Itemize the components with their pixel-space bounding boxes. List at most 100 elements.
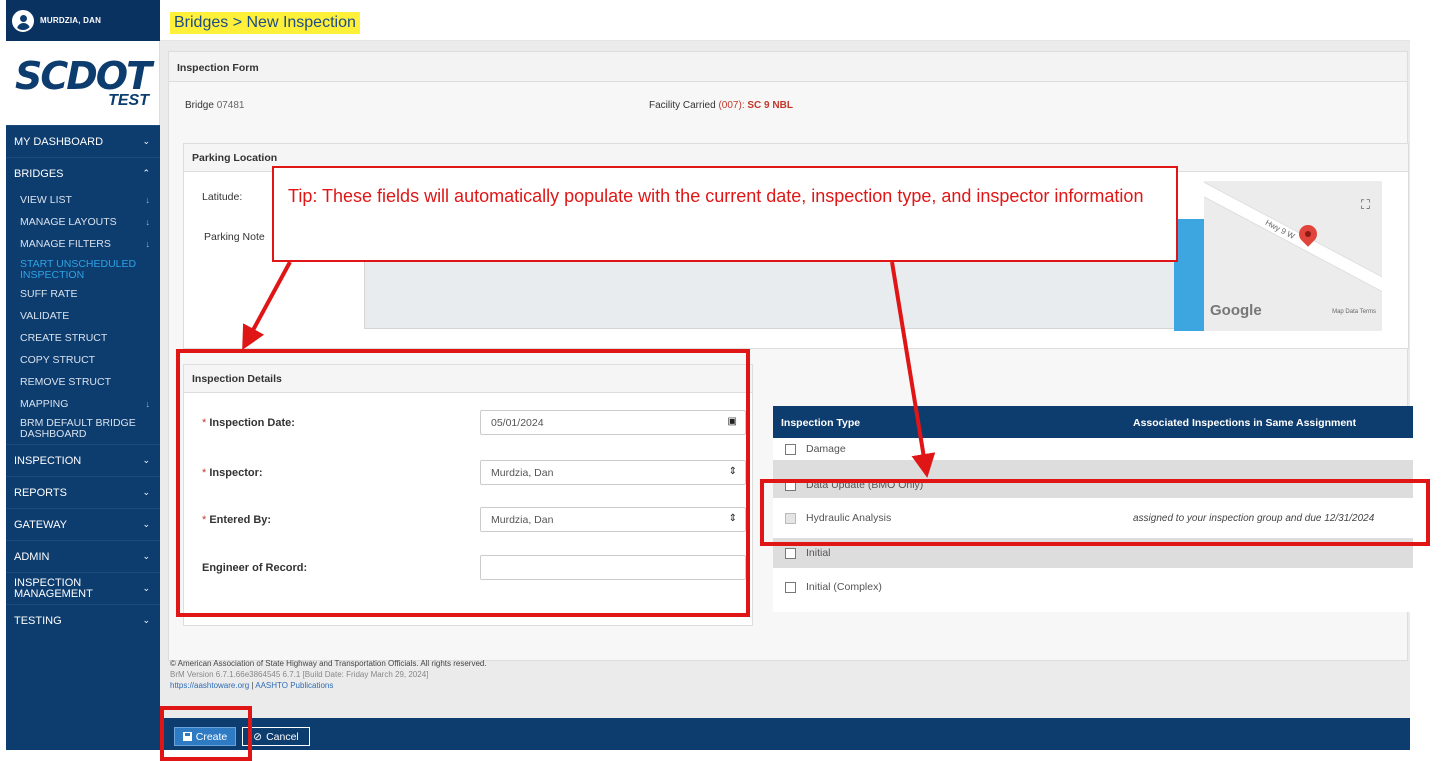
version-text: BrM Version 6.7.1.66e3864545 6.7.1 [Buil… xyxy=(170,670,429,679)
top-bar: Bridges > New Inspection xyxy=(160,0,1410,41)
facility-code: (007): xyxy=(718,100,745,111)
logo-sub: TEST xyxy=(108,92,149,109)
form-title: Inspection Form xyxy=(169,52,1407,82)
double-chevron-down-icon: ↓ xyxy=(145,195,151,205)
nav-view-list[interactable]: VIEW LIST ↓ xyxy=(6,189,160,211)
nav-reports[interactable]: REPORTS ⌄ xyxy=(6,476,160,508)
bridge-label: Bridge 07481 xyxy=(185,100,245,111)
bridge-label-text: Bridge xyxy=(185,100,214,111)
chevron-down-icon: ⌄ xyxy=(142,519,150,529)
nav-label: REPORTS xyxy=(14,486,67,499)
nav-label: INSPECTION MANAGEMENT xyxy=(14,576,93,600)
user-avatar-icon xyxy=(12,9,34,32)
checkbox[interactable] xyxy=(785,581,796,593)
nav-sub-label: COPY STRUCT xyxy=(20,354,96,366)
link-separator: | xyxy=(251,681,254,690)
bridge-info-row: Bridge 07481 Facility Carried (007): SC … xyxy=(169,82,1407,136)
nav-sub-label: MANAGE FILTERS xyxy=(20,238,111,250)
table-row[interactable]: Initial (Complex) xyxy=(773,568,1413,606)
chevron-down-icon: ⌄ xyxy=(142,487,150,497)
facility-road: SC 9 NBL xyxy=(747,100,793,111)
nav-inspection-management[interactable]: INSPECTION MANAGEMENT ⌄ xyxy=(6,572,160,604)
nav-label: TESTING xyxy=(14,614,62,627)
user-bar[interactable]: MURDZIA, DAN xyxy=(6,0,160,41)
map-terms[interactable]: Map Data Terms xyxy=(1332,309,1376,315)
nav-sub-label: CREATE STRUCT xyxy=(20,332,108,344)
nav-label: GATEWAY xyxy=(14,518,67,531)
nav-sub-label: MAPPING xyxy=(20,398,69,410)
nav-validate[interactable]: VALIDATE xyxy=(6,305,160,327)
nav-sub-label: VALIDATE xyxy=(20,310,70,322)
fullscreen-icon[interactable]: ⛶ xyxy=(1361,197,1370,213)
double-chevron-down-icon: ↓ xyxy=(145,399,151,409)
action-bar: Create ⊘ Cancel xyxy=(160,718,1410,750)
chevron-down-icon: ⌄ xyxy=(142,136,150,146)
app-root: MURDZIA, DAN SCDOT TEST MY DASHBOARD ⌄ BR… xyxy=(0,0,1442,761)
chevron-down-icon: ⌄ xyxy=(142,583,150,593)
nav-copy-struct[interactable]: COPY STRUCT xyxy=(6,349,160,371)
nav-manage-filters[interactable]: MANAGE FILTERS ↓ xyxy=(6,233,160,255)
cancel-icon: ⊘ xyxy=(253,730,263,743)
col-inspection-type: Inspection Type xyxy=(781,417,861,429)
nav-label: BRIDGES xyxy=(14,167,64,180)
nav-brm-default-bridge-dashboard[interactable]: BRM DEFAULT BRIDGE DASHBOARD xyxy=(6,415,160,444)
nav-manage-layouts[interactable]: MANAGE LAYOUTS ↓ xyxy=(6,211,160,233)
map-side-strip xyxy=(1174,219,1204,331)
nav-my-dashboard[interactable]: MY DASHBOARD ⌄ xyxy=(6,125,160,157)
type-label: Initial (Complex) xyxy=(806,581,882,593)
type-label: Damage xyxy=(806,443,846,455)
nav-mapping[interactable]: MAPPING ↓ xyxy=(6,393,160,415)
chevron-down-icon: ⌄ xyxy=(142,551,150,561)
highlight-inspection-details xyxy=(176,349,750,617)
tip-callout: Tip: These fields will automatically pop… xyxy=(272,166,1178,262)
nav-label: INSPECTION xyxy=(14,454,82,467)
chevron-down-icon: ⌄ xyxy=(142,615,150,625)
nav-bridges[interactable]: BRIDGES ⌃ xyxy=(6,157,160,189)
nav-admin[interactable]: ADMIN ⌄ xyxy=(6,540,160,572)
nav-sub-label: MANAGE LAYOUTS xyxy=(20,216,117,228)
nav-remove-struct[interactable]: REMOVE STRUCT xyxy=(6,371,160,393)
chevron-down-icon: ⌄ xyxy=(142,455,150,465)
aashtoware-link[interactable]: https://aashtoware.org xyxy=(170,681,249,690)
nav-label: ADMIN xyxy=(14,550,50,563)
nav-start-unscheduled-inspection[interactable]: START UNSCHEDULED INSPECTION xyxy=(6,255,160,283)
aashto-publications-link[interactable]: AASHTO Publications xyxy=(255,681,333,690)
nav-suff-rate[interactable]: SUFF RATE xyxy=(6,283,160,305)
nav-sub-label: SUFF RATE xyxy=(20,288,78,300)
highlight-hydraulic-row xyxy=(760,479,1430,546)
nav-create-struct[interactable]: CREATE STRUCT xyxy=(6,327,160,349)
chevron-up-icon: ⌃ xyxy=(142,168,150,178)
checkbox[interactable] xyxy=(785,443,796,455)
checkbox[interactable] xyxy=(785,547,796,559)
double-chevron-down-icon: ↓ xyxy=(145,217,151,227)
nav-sub-label: START UNSCHEDULED INSPECTION xyxy=(20,258,137,281)
highlight-create-button xyxy=(160,706,252,761)
facility-carried: Facility Carried (007): SC 9 NBL xyxy=(649,100,793,111)
nav-gateway[interactable]: GATEWAY ⌄ xyxy=(6,508,160,540)
location-map[interactable]: Hwy 9 W ⛶ Google Map Data Terms xyxy=(1204,181,1382,331)
cancel-button[interactable]: ⊘ Cancel xyxy=(242,727,310,746)
footer: © American Association of State Highway … xyxy=(170,658,487,691)
footer-links: https://aashtoware.org | AASHTO Publicat… xyxy=(170,680,487,691)
breadcrumb: Bridges > New Inspection xyxy=(170,12,360,34)
sidebar: MURDZIA, DAN SCDOT TEST MY DASHBOARD ⌄ BR… xyxy=(6,0,160,750)
scdot-logo: SCDOT TEST xyxy=(6,41,160,125)
double-chevron-down-icon: ↓ xyxy=(145,239,151,249)
nav-sub-label: VIEW LIST xyxy=(20,194,72,206)
type-label: Initial xyxy=(806,547,831,559)
nav-sub-label: BRM DEFAULT BRIDGE DASHBOARD xyxy=(20,417,136,440)
nav-sub-label: REMOVE STRUCT xyxy=(20,376,112,388)
facility-label: Facility Carried xyxy=(649,100,716,111)
logo-main: SCDOT xyxy=(14,54,152,98)
nav-testing[interactable]: TESTING ⌄ xyxy=(6,604,160,636)
parking-notes-label: Parking Note xyxy=(204,231,265,243)
col-associated-inspections: Associated Inspections in Same Assignmen… xyxy=(1133,417,1357,429)
user-name: MURDZIA, DAN xyxy=(40,16,102,25)
latitude-label: Latitude: xyxy=(202,191,243,203)
table-row[interactable]: Damage xyxy=(773,438,1413,460)
cancel-label: Cancel xyxy=(266,730,299,743)
bridge-id: 07481 xyxy=(216,100,245,111)
nav-inspection[interactable]: INSPECTION ⌄ xyxy=(6,444,160,476)
google-logo: Google xyxy=(1210,302,1262,319)
nav-label: MY DASHBOARD xyxy=(14,135,104,148)
